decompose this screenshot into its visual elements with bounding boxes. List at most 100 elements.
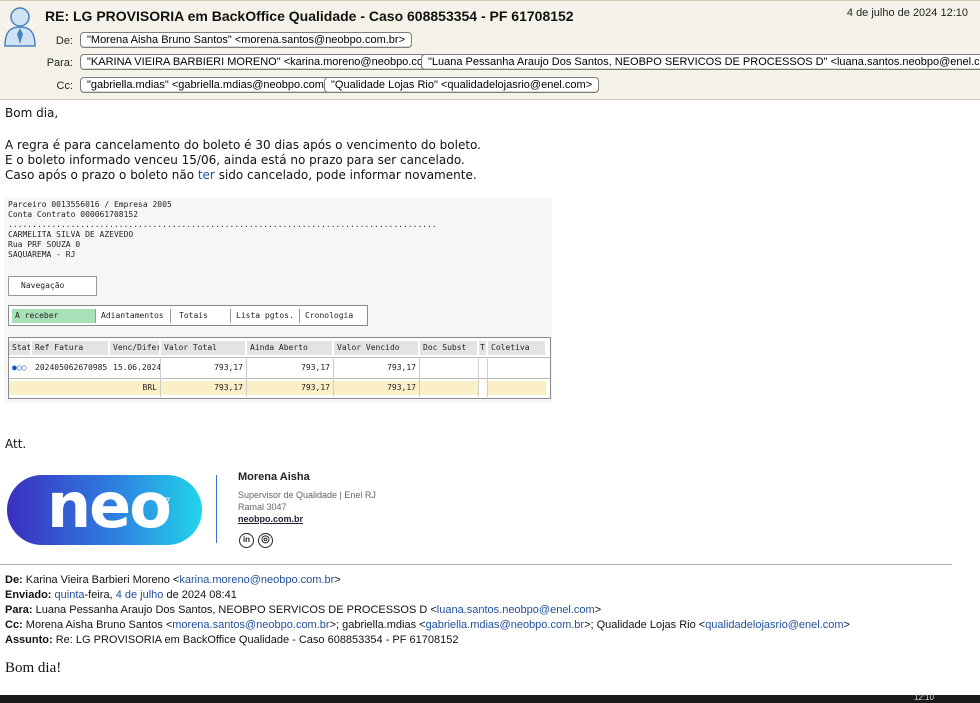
quoted-text: Karina Vieira Barbieri Moreno < — [22, 574, 180, 586]
total-cell: 793,17 — [161, 381, 246, 395]
neobpo-logo: neo bpo — [7, 469, 202, 545]
signature-name: Morena Aisha — [238, 471, 310, 483]
instagram-icon[interactable]: ◎ — [258, 533, 273, 548]
quoted-subject: Assunto: Re: LG PROVISORIA em BackOffice… — [5, 634, 458, 646]
quoted-message-divider — [0, 564, 952, 565]
sap-navigation-button[interactable]: Navegação — [8, 276, 97, 296]
total-cell: 793,17 — [247, 381, 333, 395]
sap-line: CARMELITA SILVA DE AZEVEDO — [8, 230, 134, 239]
greeting: Bom dia, — [5, 106, 59, 120]
quoted-from-label: De: — [5, 574, 23, 586]
column-header: Ainda Aberto — [247, 341, 333, 355]
sap-tab-bar: A receber Adiantamentos Totais Lista pgt… — [8, 305, 368, 326]
message-subject: RE: LG PROVISORIA em BackOffice Qualidad… — [45, 8, 574, 24]
sap-tab-totais[interactable]: Totais — [176, 309, 231, 323]
signature-divider — [216, 475, 217, 543]
quoted-cc-label: Cc: — [5, 619, 23, 631]
signature-website-link[interactable]: neobpo.com.br — [238, 514, 303, 524]
column-header: Coletiva — [488, 341, 546, 355]
contact-avatar-icon — [4, 7, 36, 47]
email-link[interactable]: morena.santos@neobpo.com.br — [172, 619, 329, 631]
sap-line: SAQUAREMA - RJ — [8, 250, 76, 259]
from-address-pill[interactable]: "Morena Aisha Bruno Santos" <morena.sant… — [80, 32, 412, 48]
body-text: sido cancelado, pode informar novamente. — [214, 168, 477, 182]
total-cell: 793,17 — [334, 381, 419, 395]
table-cell: 793,17 — [301, 363, 330, 372]
sign-off: Att. — [5, 437, 27, 451]
taskbar: 12:10 — [0, 693, 980, 703]
logo-text: neo — [47, 469, 172, 542]
table-cell: 793,17 — [214, 363, 243, 372]
sap-line: Rua PRF SOUZA 0 — [8, 240, 81, 249]
sap-tab-adiantamentos[interactable]: Adiantamentos — [98, 309, 171, 323]
sap-line: Parceiro 0013556016 / Empresa 2005 — [8, 200, 172, 209]
table-cell[interactable]: 202405062670985 — [32, 361, 109, 375]
cc-address-pill[interactable]: "Qualidade Lojas Rio" <qualidadelojasrio… — [324, 77, 600, 93]
body-link[interactable]: ter — [198, 168, 215, 182]
column-header: Doc Subst — [420, 341, 478, 355]
email-link[interactable]: qualidadelojasrio@enel.com — [705, 619, 843, 631]
quoted-to-label: Para: — [5, 604, 33, 616]
quoted-subject-label: Assunto: — [5, 634, 53, 646]
row-divider — [9, 378, 550, 379]
status-icon: ●○○ — [12, 363, 27, 372]
linkedin-icon[interactable]: in — [239, 533, 254, 548]
cc-address-pill[interactable]: "gabriella.mdias" <gabriella.mdias@neobp… — [80, 77, 351, 93]
sap-tab-lista-pgtos[interactable]: Lista pgtos. — [233, 309, 300, 323]
date-link[interactable]: quinta — [55, 589, 85, 601]
email-link[interactable]: gabriella.mdias@neobpo.com.br — [426, 619, 585, 631]
total-currency: BRL — [9, 381, 160, 395]
email-signature: neo bpo Morena Aisha Supervisor de Quali… — [3, 466, 388, 554]
quoted-sent: Enviado: quinta-feira, 4 de julho de 202… — [5, 589, 237, 601]
quoted-to: Para: Luana Pessanha Araujo Dos Santos, … — [5, 604, 601, 616]
quoted-greeting: Bom dia! — [5, 660, 62, 676]
column-divider — [478, 357, 479, 397]
body-text: Caso após o prazo o boleto não — [5, 168, 198, 182]
message-header: RE: LG PROVISORIA em BackOffice Qualidad… — [0, 0, 980, 100]
sap-dots: ........................................… — [8, 220, 437, 229]
quoted-cc: Cc: Morena Aisha Bruno Santos <morena.sa… — [5, 619, 850, 631]
column-header: T — [479, 341, 487, 355]
to-address-pill[interactable]: "KARINA VIEIRA BARBIERI MORENO" <karina.… — [80, 54, 459, 70]
table-cell: 793,17 — [387, 363, 416, 372]
quoted-sent-label: Enviado: — [5, 589, 52, 601]
email-link[interactable]: luana.santos.neobpo@enel.com — [437, 604, 595, 616]
quoted-text: de 2024 08:41 — [163, 589, 237, 601]
cc-label: Cc: — [56, 80, 74, 92]
quoted-text: > — [334, 574, 341, 586]
quoted-from: De: Karina Vieira Barbieri Moreno <karin… — [5, 574, 341, 586]
sap-line: Conta Contrato 000061708152 — [8, 210, 139, 219]
quoted-text: -feira, — [84, 589, 116, 601]
to-address-pill[interactable]: "Luana Pessanha Araujo Dos Santos, NEOBP… — [421, 54, 980, 70]
total-cell — [420, 381, 478, 395]
column-header: Valor Vencido — [334, 341, 419, 355]
sap-tab-a-receber[interactable]: A receber — [12, 309, 96, 323]
message-date: 4 de julho de 2024 12:10 — [846, 7, 968, 19]
body-line: E o boleto informado venceu 15/06, ainda… — [5, 153, 465, 167]
body-line: A regra é para cancelamento do boleto é … — [5, 138, 481, 152]
quoted-text: > — [594, 604, 602, 616]
logo-subtext: bpo — [162, 497, 172, 516]
quoted-text: Luana Pessanha Araujo Dos Santos, NEOBPO… — [32, 604, 437, 616]
row-divider — [9, 357, 550, 358]
column-header: Venc/Difer — [110, 341, 160, 355]
quoted-text: >; gabriella.mdias < — [329, 619, 426, 631]
to-label: Para: — [46, 57, 73, 69]
signature-extension: Ramal 3047 — [238, 502, 287, 512]
column-header: Ref Fatura — [32, 341, 109, 355]
sap-tab-cronologia[interactable]: Cronologia — [302, 309, 364, 323]
signature-role: Supervisor de Qualidade | Enel RJ — [238, 490, 376, 500]
table-cell: 15.06.2024 — [113, 363, 160, 372]
from-label: De: — [55, 35, 73, 47]
date-link[interactable]: 4 de julho — [116, 589, 164, 601]
taskbar-clock: 12:10 — [913, 693, 934, 702]
sap-items-table: Stat Ref Fatura Venc/Difer Valor Total A… — [8, 337, 551, 399]
column-header: Valor Total — [161, 341, 246, 355]
total-cell — [488, 381, 546, 395]
quoted-text: Morena Aisha Bruno Santos < — [22, 619, 173, 631]
quoted-text: >; Qualidade Lojas Rio < — [584, 619, 706, 631]
quoted-text: > — [843, 619, 850, 631]
column-header: Stat — [9, 341, 31, 355]
email-link[interactable]: karina.moreno@neobpo.com.br — [179, 574, 334, 586]
sap-screenshot: Parceiro 0013556016 / Empresa 2005 Conta… — [4, 198, 552, 403]
